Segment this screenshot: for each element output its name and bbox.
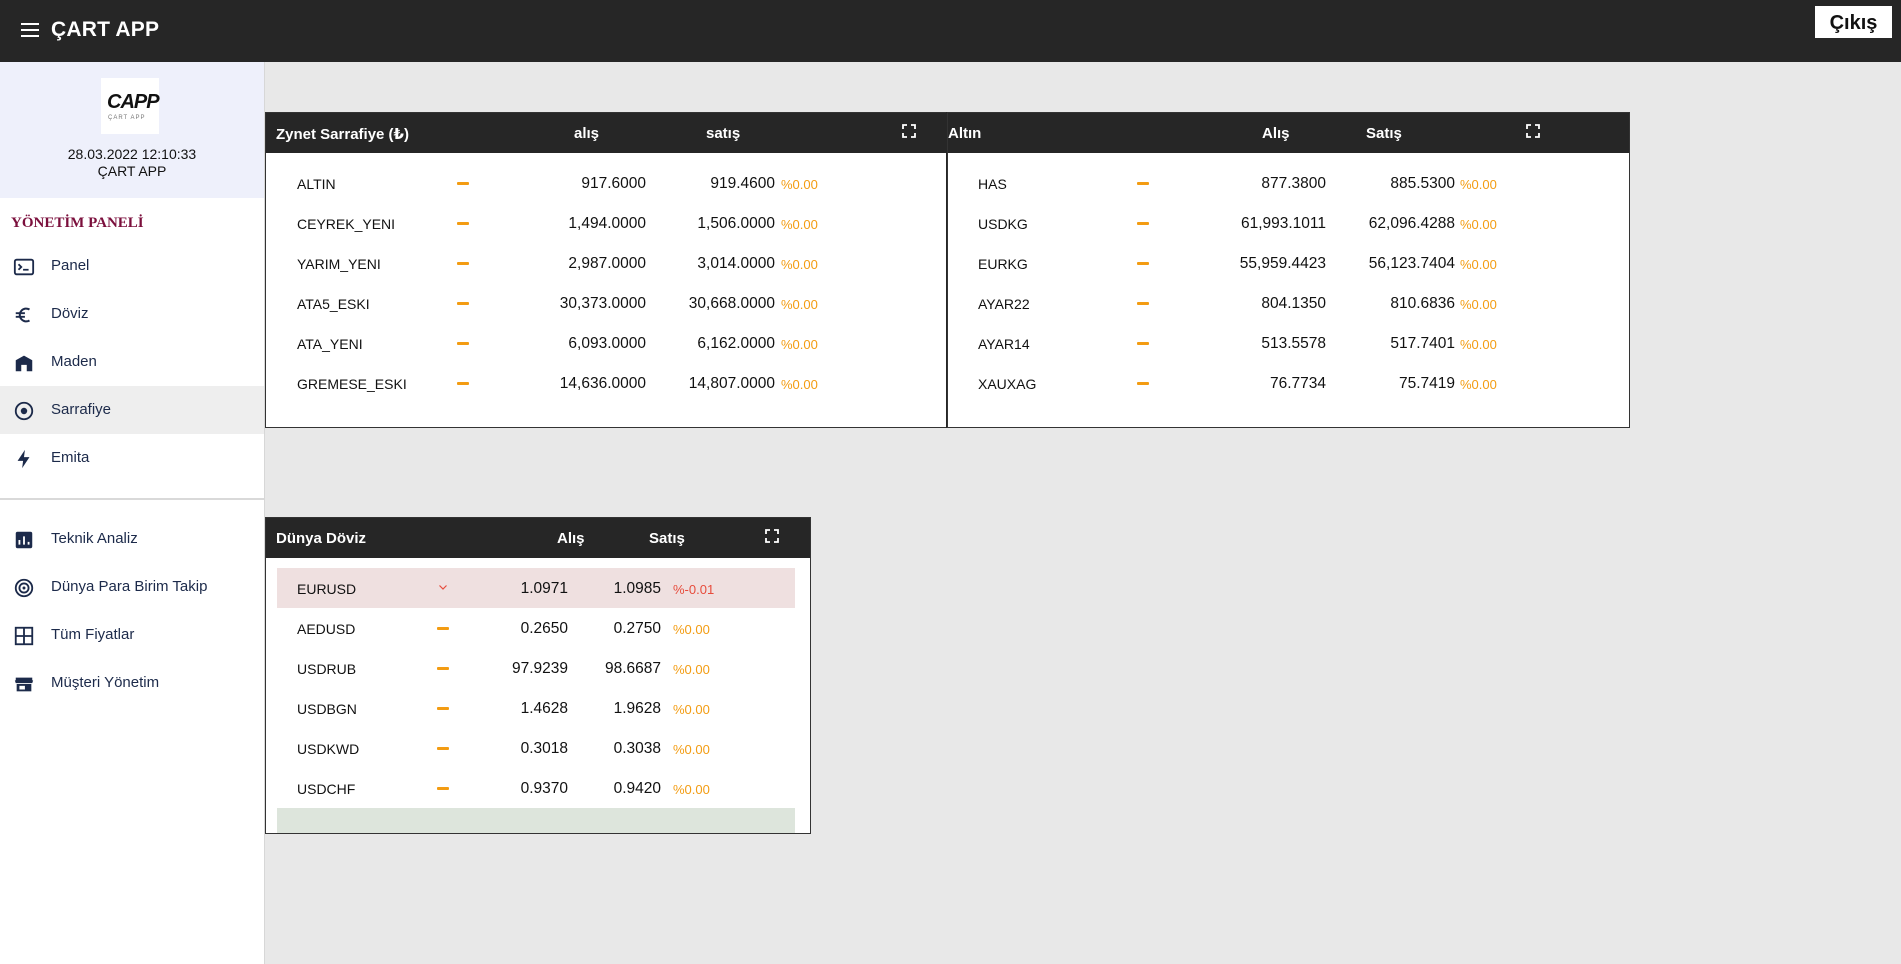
sidebar-item-label: Müşteri Yönetim (51, 674, 160, 691)
store-icon (15, 355, 33, 372)
shop-icon (14, 677, 34, 692)
table-row[interactable]: EURKG 55,959.4423 56,123.7404 %0.00 (948, 243, 1629, 283)
terminal-icon (13, 258, 35, 276)
sidebar-item-label: Emita (51, 449, 90, 466)
neutral-trend-icon (1137, 262, 1149, 265)
sidebar-item-panel[interactable]: Panel (0, 242, 264, 290)
sidebar-item-label: Tüm Fiyatlar (51, 626, 135, 643)
sidebar-item-label: Döviz (51, 305, 89, 322)
neutral-trend-icon (437, 707, 449, 710)
table-row[interactable]: USDBGN 1.4628 1.9628 %0.00 (266, 688, 810, 728)
sell-column-header: Satış (1366, 125, 1402, 142)
card-header: Zynet Sarrafiye (₺) alış satış (266, 113, 947, 153)
sidebar-item-emita[interactable]: Emita (0, 434, 264, 482)
table-row[interactable]: XAUXAG 76.7734 75.7419 %0.00 (948, 363, 1629, 403)
sidebar-item-label: Teknik Analiz (51, 530, 138, 547)
sidebar: CAPP ÇART APP 28.03.2022 12:10:33 ÇART A… (0, 62, 265, 964)
neutral-trend-icon (1137, 222, 1149, 225)
logout-button[interactable]: Çıkış (1815, 6, 1892, 38)
sidebar-item-sarrafiye[interactable]: Sarrafiye (0, 386, 264, 434)
top-app-bar: ÇART APP Çıkış (0, 0, 1901, 62)
table-row[interactable]: EURUSD 1.0971 1.0985 %-0.01 (277, 568, 795, 608)
neutral-trend-icon (437, 747, 449, 750)
buy-column-header: alış (574, 125, 600, 142)
table-row[interactable]: YARIM_YENI 2,987.0000 3,014.0000 %0.00 (266, 243, 947, 283)
table-row[interactable]: USDCHF 0.9370 0.9420 %0.00 (266, 768, 810, 808)
buy-column-header: Alış (1262, 125, 1290, 142)
sidebar-item-teknik-analiz[interactable]: Teknik Analiz (0, 515, 264, 563)
neutral-trend-icon (457, 262, 469, 265)
neutral-trend-icon (457, 302, 469, 305)
neutral-trend-icon (457, 182, 469, 185)
table-row[interactable]: AYAR22 804.1350 810.6836 %0.00 (948, 283, 1629, 323)
sidebar-item-label: Dünya Para Birim Takip (51, 578, 208, 595)
card-header: Dünya Döviz Alış Satış (266, 518, 810, 558)
neutral-trend-icon (1137, 382, 1149, 385)
sidebar-divider (0, 498, 264, 500)
card-title: Zynet Sarrafiye (₺) (276, 126, 409, 143)
table-row[interactable]: ATA_YENI 6,093.0000 6,162.0000 %0.00 (266, 323, 947, 363)
sidebar-item-maden[interactable]: Maden (0, 338, 264, 386)
bolt-icon (17, 449, 30, 469)
coin-icon (14, 401, 34, 421)
sidebar-item-musteri-yonetim[interactable]: Müşteri Yönetim (0, 659, 264, 707)
sidebar-item-label: Sarrafiye (51, 401, 112, 418)
user-name: ÇART APP (97, 163, 167, 179)
neutral-trend-icon (437, 787, 449, 790)
neutral-trend-icon (437, 627, 449, 630)
chevron-down-icon (439, 585, 447, 590)
euro-icon (15, 307, 31, 323)
sell-column-header: Satış (649, 530, 685, 547)
fullscreen-icon[interactable] (1526, 124, 1540, 138)
sidebar-item-label: Panel (51, 257, 90, 274)
app-title: ÇART APP (51, 18, 160, 41)
table-row[interactable]: USDRUB 97.9239 98.6687 %0.00 (266, 648, 810, 688)
profile-section: CAPP ÇART APP 28.03.2022 12:10:33 ÇART A… (0, 62, 264, 198)
dunya-doviz-card: Dünya Döviz Alış Satış EURUSD 1.0971 1.0… (265, 517, 811, 834)
table-row[interactable]: HAS 877.3800 885.5300 %0.00 (948, 163, 1629, 203)
session-datetime: 28.03.2022 12:10:33 (67, 146, 197, 162)
neutral-trend-icon (1137, 342, 1149, 345)
neutral-trend-icon (457, 222, 469, 225)
table-row[interactable]: GREMESE_ESKI 14,636.0000 14,807.0000 %0.… (266, 363, 947, 403)
card-title: Dünya Döviz (276, 530, 367, 547)
neutral-trend-icon (1137, 302, 1149, 305)
card-header: Altın Alış Satış (948, 113, 1629, 153)
fullscreen-icon[interactable] (765, 529, 779, 543)
table-row[interactable]: CEYREK_YENI 1,494.0000 1,506.0000 %0.00 (266, 203, 947, 243)
card-title: Altın (948, 125, 982, 142)
app-logo: CAPP ÇART APP (101, 78, 160, 134)
panel-section-title: YÖNETİM PANELİ (11, 215, 144, 231)
table-row[interactable]: AEDUSD 0.2650 0.2750 %0.00 (266, 608, 810, 648)
neutral-trend-icon (457, 382, 469, 385)
sidebar-item-dunya-para[interactable]: Dünya Para Birim Takip (0, 563, 264, 611)
table-row[interactable]: ATA5_ESKI 30,373.0000 30,668.0000 %0.00 (266, 283, 947, 323)
neutral-trend-icon (457, 342, 469, 345)
buy-column-header: Alış (557, 530, 585, 547)
altin-card: Altın Alış Satış HAS 877.3800 885.5300 %… (947, 112, 1630, 428)
zynet-sarrafiye-card: Zynet Sarrafiye (₺) alış satış ALTIN 917… (265, 112, 948, 428)
sidebar-item-label: Maden (51, 353, 97, 370)
chart-icon (15, 531, 33, 549)
radar-icon (14, 578, 34, 598)
grid-icon (14, 626, 34, 646)
table-row[interactable]: USDKG 61,993.1011 62,096.4288 %0.00 (948, 203, 1629, 243)
neutral-trend-icon (437, 667, 449, 670)
table-row-partial[interactable] (277, 808, 795, 833)
menu-icon[interactable] (21, 23, 39, 37)
table-row[interactable]: USDKWD 0.3018 0.3038 %0.00 (266, 728, 810, 768)
sidebar-item-tum-fiyatlar[interactable]: Tüm Fiyatlar (0, 611, 264, 659)
sidebar-item-doviz[interactable]: Döviz (0, 290, 264, 338)
neutral-trend-icon (1137, 182, 1149, 185)
sell-column-header: satış (706, 125, 741, 142)
fullscreen-icon[interactable] (902, 124, 916, 138)
table-row[interactable]: ALTIN 917.6000 919.4600 %0.00 (266, 163, 947, 203)
table-row[interactable]: AYAR14 513.5578 517.7401 %0.00 (948, 323, 1629, 363)
